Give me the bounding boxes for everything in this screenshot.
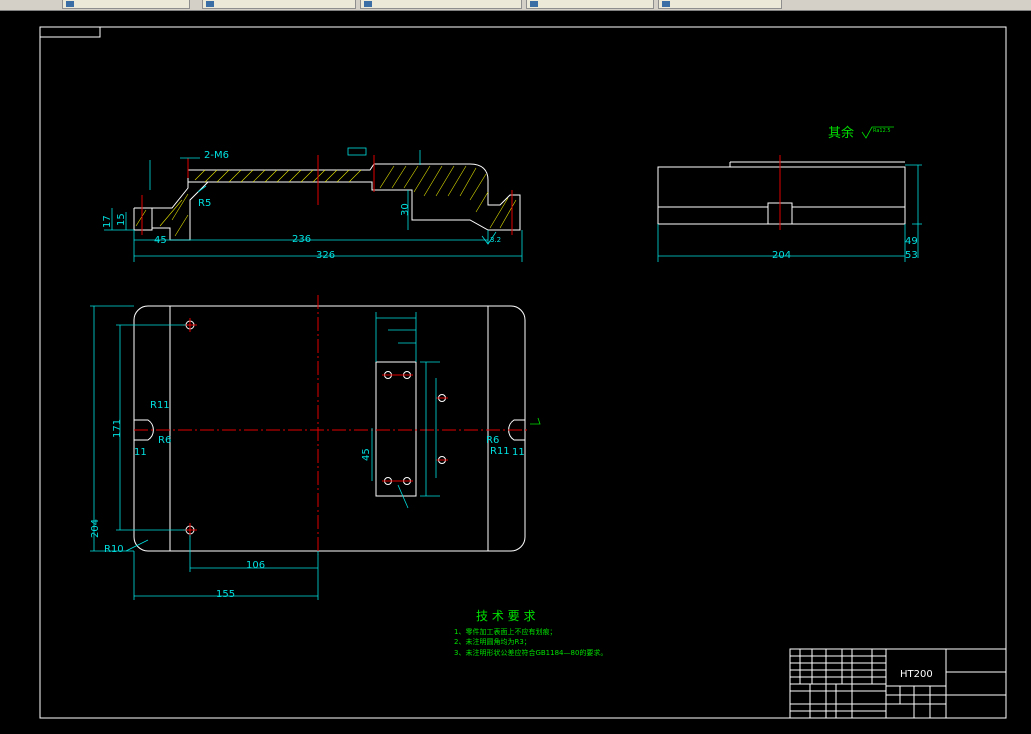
dim-204-side: 204	[772, 250, 791, 261]
drawing-canvas[interactable]: 45 236 326 17 15 30 2-M6 R5 3.2 204 49 5…	[0, 0, 1031, 734]
side-view: 204 49 53	[657, 155, 922, 262]
plan-view: 204 171 45 106 155 11 11 R11 R6 R6 R11 R…	[90, 295, 541, 600]
dim-171: 171	[112, 419, 123, 438]
r6-right-label: R6	[486, 435, 499, 446]
tech-item-3: 3、未注明形状公差应符合GB1184—80的要求。	[454, 648, 607, 657]
dim-155: 155	[216, 589, 235, 600]
dim-45-section: 45	[154, 235, 167, 246]
r10-label: R10	[104, 544, 124, 555]
dim-326: 326	[316, 250, 335, 261]
title-block: HT200	[789, 648, 1007, 719]
r6-left-label: R6	[158, 435, 171, 446]
dim-11-left: 11	[134, 447, 147, 458]
r5-label: R5	[198, 198, 211, 209]
tech-item-2: 2、未注明圆角均为R3；	[454, 637, 531, 646]
dim-30: 30	[400, 203, 411, 216]
tech-heading: 技 术 要 求	[476, 609, 535, 623]
section-view: 45 236 326 17 15 30 2-M6 R5 3.2	[102, 147, 523, 262]
dim-53: 53	[905, 250, 918, 261]
surface-note: 其余	[828, 125, 854, 141]
dim-11-right: 11	[512, 447, 525, 458]
r11-left-label: R11	[150, 400, 170, 411]
dim-49: 49	[905, 236, 918, 247]
dim-17: 17	[102, 215, 113, 228]
corner-label-box	[39, 26, 101, 38]
dim-45-plan: 45	[361, 448, 372, 461]
dim-106: 106	[246, 560, 265, 571]
thread-label: 2-M6	[204, 150, 229, 161]
surface-roughness-value: Ra12.5	[873, 128, 891, 134]
roughness-3.2: 3.2	[490, 236, 501, 244]
dim-236: 236	[292, 234, 311, 245]
tech-requirements: 技 术 要 求 1、零件加工表面上不应有划痕； 2、未注明圆角均为R3； 3、未…	[454, 609, 607, 657]
r11-right-label: R11	[490, 446, 510, 457]
tech-item-1: 1、零件加工表面上不应有划痕；	[454, 627, 556, 636]
dim-204-plan: 204	[90, 519, 101, 538]
section-marker-icon	[530, 417, 541, 425]
material-label: HT200	[900, 669, 933, 680]
dim-15: 15	[116, 213, 127, 226]
